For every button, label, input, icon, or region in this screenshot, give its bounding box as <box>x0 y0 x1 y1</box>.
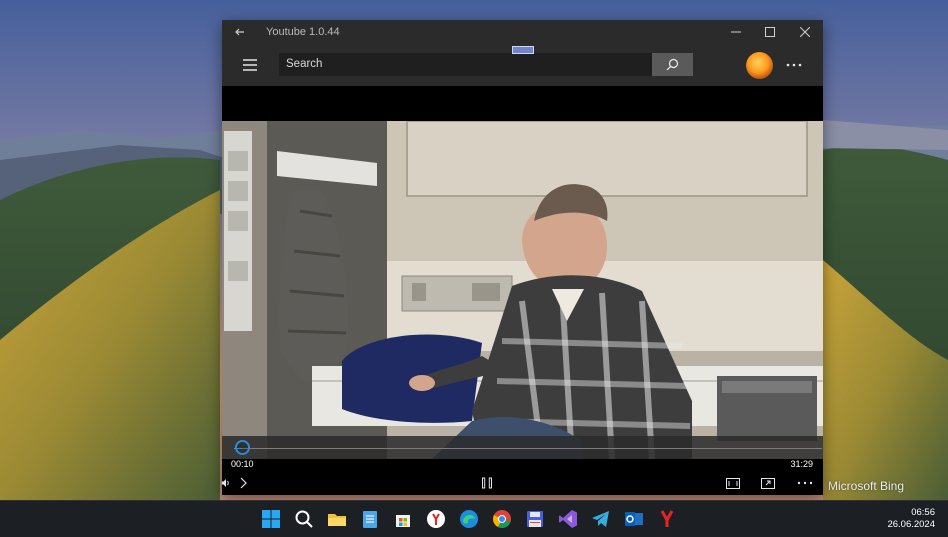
back-arrow-icon[interactable] <box>232 24 248 40</box>
more-options-icon[interactable] <box>785 58 803 72</box>
notepad-icon[interactable] <box>360 509 380 529</box>
microsoft-store-icon[interactable] <box>393 509 413 529</box>
clock-date: 26.06.2024 <box>887 519 935 530</box>
search-icon[interactable] <box>294 509 314 529</box>
seek-bar-thumb[interactable] <box>235 440 250 455</box>
yandex-browser-icon[interactable] <box>426 509 446 529</box>
youtube-app-window: Youtube 1.0.44 Search 00:10 31:29 <box>222 20 823 495</box>
volume-icon <box>222 479 229 487</box>
maximize-button[interactable] <box>753 20 787 44</box>
minimize-icon <box>731 31 741 33</box>
windows-start-icon[interactable] <box>261 509 281 529</box>
pause-icon <box>482 477 493 489</box>
bing-watermark: Microsoft Bing <box>828 479 905 493</box>
save-disk-icon[interactable] <box>525 509 545 529</box>
picture-in-picture-icon <box>761 477 775 489</box>
player-more-button[interactable] <box>795 475 815 491</box>
avatar[interactable] <box>746 52 773 79</box>
mini-player-button[interactable] <box>759 475 777 491</box>
telegram-icon[interactable] <box>591 509 611 529</box>
clock-time: 06:56 <box>911 507 935 518</box>
current-time: 00:10 <box>231 459 254 469</box>
drag-handle[interactable] <box>512 46 534 54</box>
aspect-ratio-icon <box>726 477 740 489</box>
search-icon <box>666 58 679 71</box>
yandex-icon[interactable] <box>657 509 677 529</box>
total-time: 31:29 <box>790 459 813 469</box>
close-button[interactable] <box>788 20 822 44</box>
chevron-right-icon <box>240 477 247 489</box>
pause-button[interactable] <box>478 474 496 492</box>
player-controls <box>222 472 823 495</box>
more-options-icon <box>797 481 813 485</box>
file-explorer-icon[interactable] <box>327 509 347 529</box>
aspect-ratio-button[interactable] <box>724 475 742 491</box>
visual-studio-icon[interactable] <box>558 509 578 529</box>
search-input[interactable]: Search <box>279 53 652 76</box>
volume-button[interactable] <box>222 476 232 490</box>
search-button[interactable] <box>652 53 693 76</box>
video-frame[interactable] <box>222 121 823 459</box>
seek-bar[interactable] <box>234 448 822 449</box>
window-title: Youtube 1.0.44 <box>266 26 340 38</box>
expand-controls-button[interactable] <box>237 475 251 491</box>
chrome-icon[interactable] <box>492 509 512 529</box>
hamburger-menu-icon[interactable] <box>242 58 258 72</box>
edge-icon[interactable] <box>459 509 479 529</box>
minimize-button[interactable] <box>719 20 753 44</box>
system-clock[interactable]: 06:56 26.06.2024 <box>887 507 935 531</box>
close-icon <box>800 27 810 37</box>
maximize-icon <box>765 27 775 37</box>
taskbar: 06:56 26.06.2024 <box>0 500 948 537</box>
outlook-icon[interactable] <box>624 509 644 529</box>
title-bar: Youtube 1.0.44 <box>222 20 823 44</box>
